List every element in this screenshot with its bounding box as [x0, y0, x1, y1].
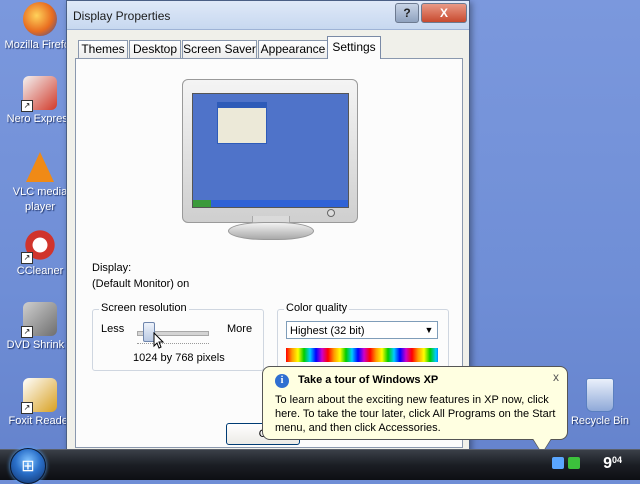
balloon-close-icon[interactable]: x	[553, 370, 559, 384]
close-button[interactable]: X	[421, 3, 467, 23]
foxit-icon: ↗	[21, 378, 57, 414]
start-button[interactable]: ⊞	[10, 448, 46, 484]
shortcut-arrow-icon: ↗	[21, 326, 33, 338]
tab-appearance[interactable]: Appearance	[258, 40, 328, 58]
chevron-down-icon: ▼	[424, 325, 434, 335]
color-quality-group: Color quality Highest (32 bit) ▼	[277, 302, 449, 371]
monitor-screen	[192, 93, 349, 208]
help-button[interactable]: ?	[395, 3, 419, 23]
tab-label: Desktop	[132, 42, 178, 56]
desktop-icon-label: Recycle Bin	[570, 415, 630, 427]
windows-logo-icon: ⊞	[21, 458, 35, 475]
tour-balloon[interactable]: i Take a tour of Windows XP x To learn a…	[262, 366, 568, 440]
help-icon: ?	[403, 6, 411, 20]
clock[interactable]: 904	[603, 455, 622, 473]
tab-settings[interactable]: Settings	[327, 36, 381, 59]
monitor-power-button	[327, 209, 335, 217]
color-spectrum-bar	[286, 348, 438, 362]
info-icon: i	[275, 374, 289, 388]
window-title: Display Properties	[73, 9, 171, 23]
dvd-shrink-icon: ↗	[21, 302, 57, 338]
firefox-icon	[23, 2, 57, 36]
monitor-preview	[182, 79, 358, 223]
screen-resolution-title: Screen resolution	[99, 302, 189, 314]
screen-resolution-group: Screen resolution Less More 1024 by 768 …	[92, 302, 264, 371]
shortcut-arrow-icon: ↗	[21, 402, 33, 414]
tab-label: Screen Saver	[183, 42, 256, 56]
network-icon[interactable]	[552, 457, 564, 469]
tab-label: Settings	[332, 40, 376, 54]
balloon-title: Take a tour of Windows XP	[298, 374, 439, 386]
less-label: Less	[101, 323, 125, 335]
tab-label: Themes	[81, 42, 125, 56]
taskbar: ⊞ 904	[0, 448, 640, 484]
vlc-cone-icon	[26, 152, 54, 182]
recycle-bin-icon	[586, 378, 614, 412]
close-icon: X	[439, 6, 448, 20]
color-quality-value: Highest (32 bit)	[290, 325, 365, 337]
more-label: More	[227, 323, 253, 335]
ccleaner-icon: ↗	[21, 228, 57, 264]
desktop-icon-recycle-bin[interactable]: Recycle Bin	[560, 378, 640, 427]
mini-window-preview	[217, 102, 267, 144]
shortcut-arrow-icon: ↗	[21, 252, 33, 264]
window-titlebar[interactable]: Display Properties ? X	[67, 1, 469, 30]
resolution-value: 1024 by 768 pixels	[133, 352, 225, 364]
shortcut-arrow-icon: ↗	[21, 100, 33, 112]
balloon-body[interactable]: To learn about the exciting new features…	[275, 393, 559, 435]
slider-ticks	[137, 343, 209, 347]
clock-hour: 9	[603, 455, 612, 472]
tab-themes[interactable]: Themes	[78, 40, 128, 58]
tab-screen-saver[interactable]: Screen Saver	[182, 40, 257, 58]
tab-label: Appearance	[260, 42, 326, 56]
mini-taskbar	[193, 200, 348, 207]
color-quality-title: Color quality	[284, 302, 350, 314]
color-quality-select[interactable]: Highest (32 bit) ▼	[286, 321, 438, 339]
system-tray: 904	[540, 450, 640, 480]
monitor-name: (Default Monitor) on	[92, 278, 190, 290]
safely-remove-icon[interactable]	[568, 457, 580, 469]
monitor-stand	[228, 222, 314, 240]
mini-start-button	[193, 200, 211, 207]
display-label: Display:	[92, 262, 132, 274]
clock-minutes: 04	[611, 455, 622, 465]
tab-desktop[interactable]: Desktop	[129, 40, 181, 58]
nero-icon: ↗	[21, 76, 57, 112]
mouse-cursor-icon	[153, 332, 165, 349]
